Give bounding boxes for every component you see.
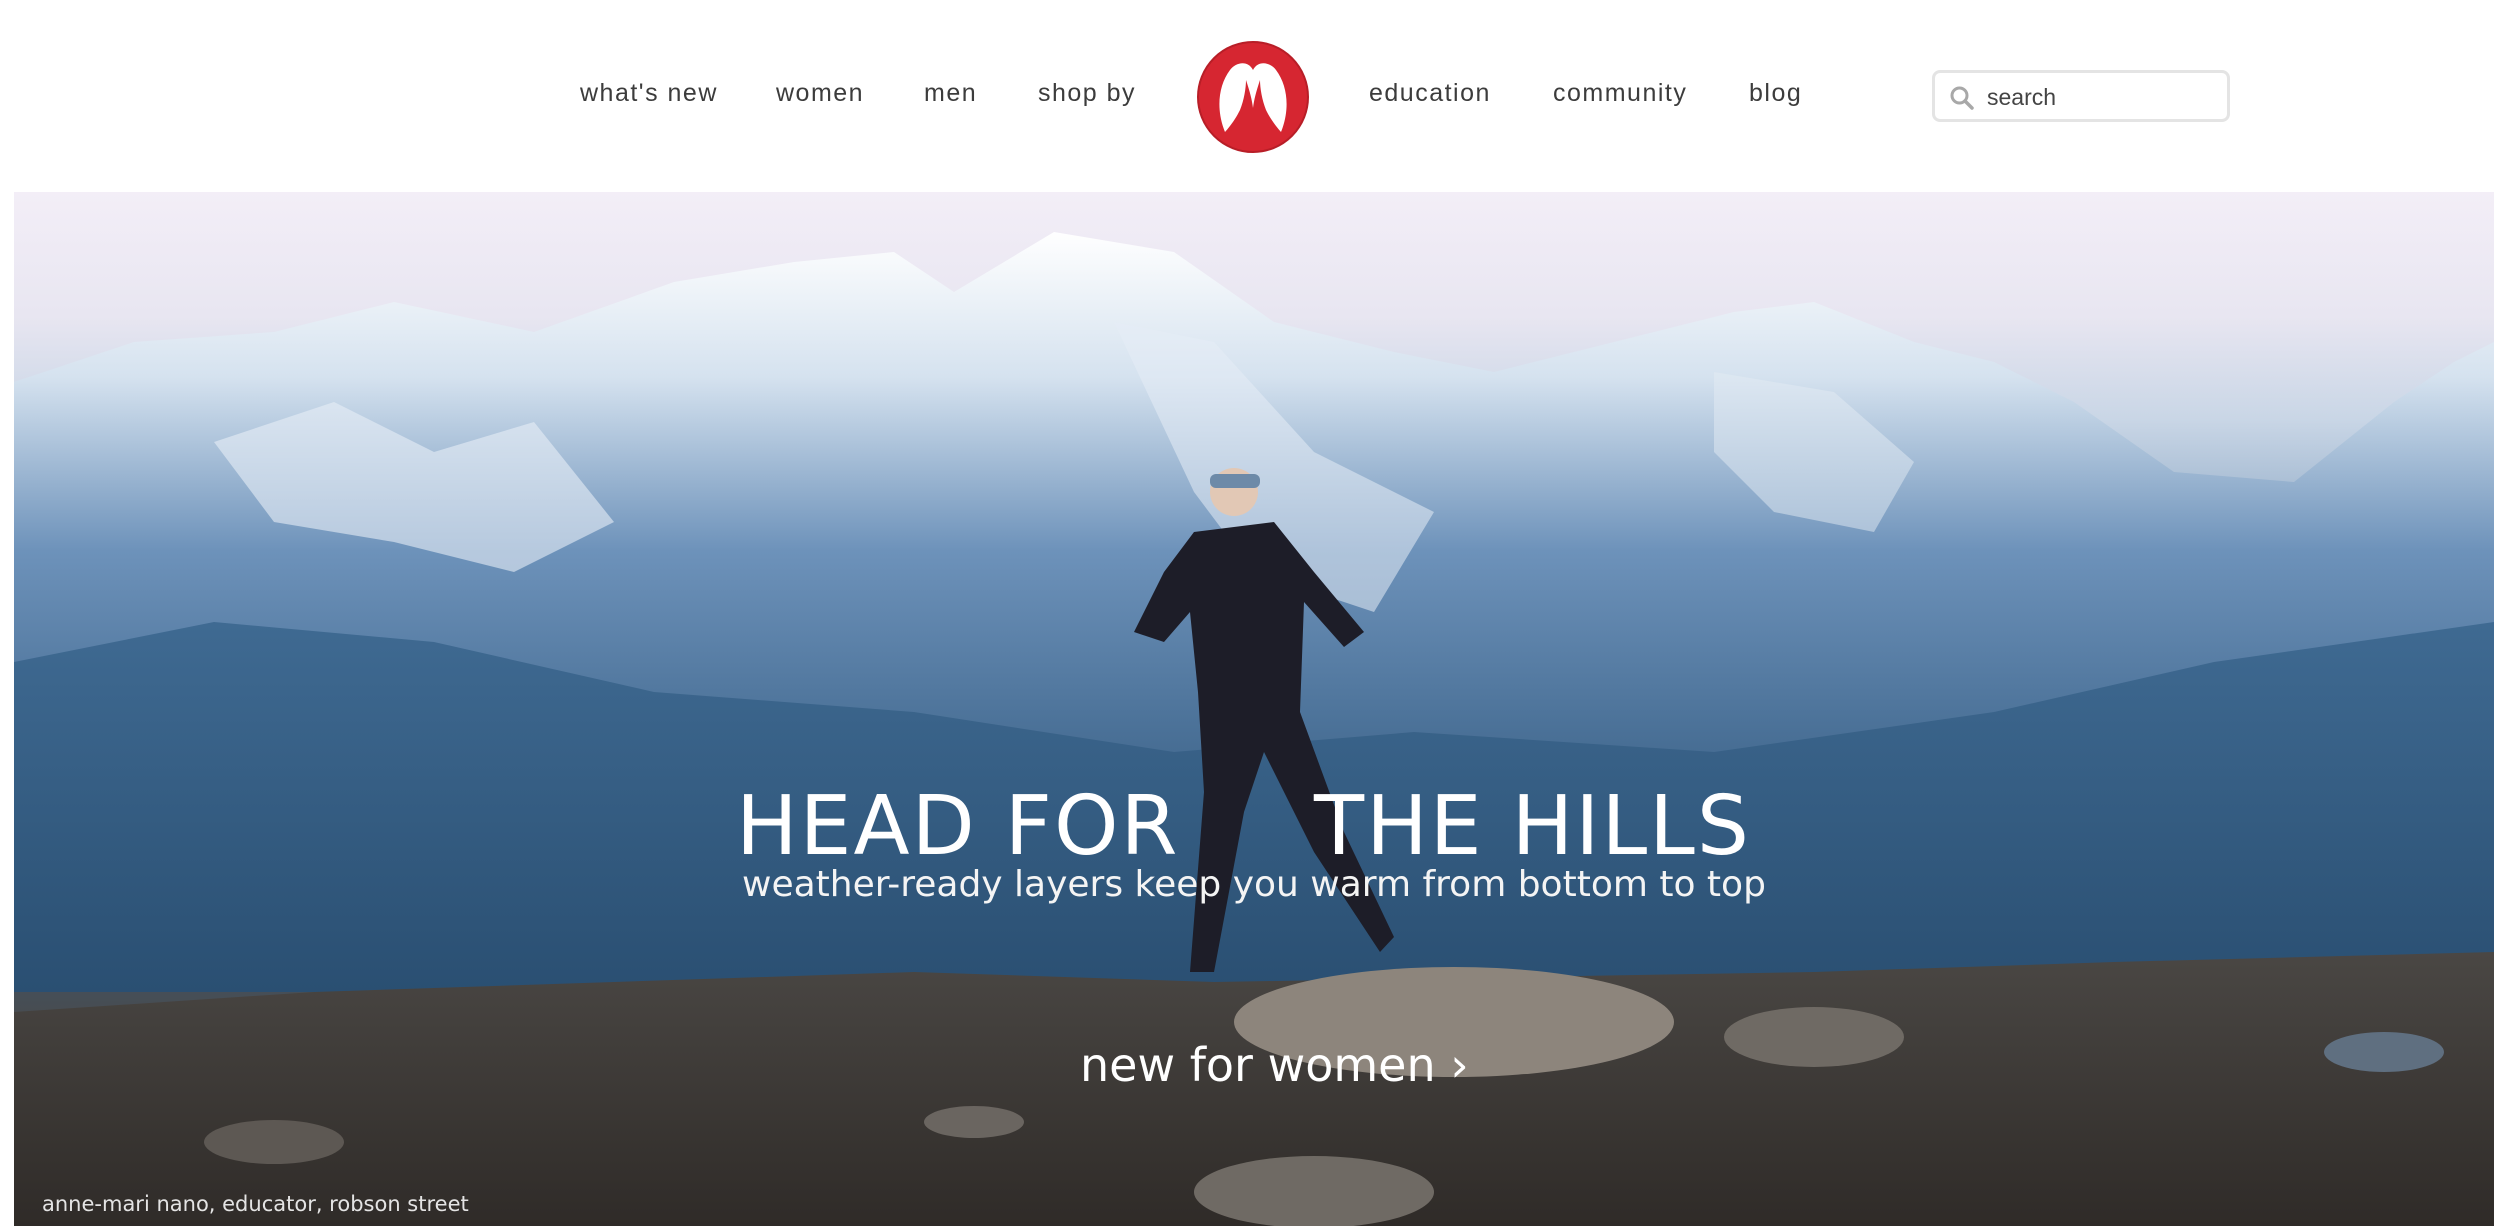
- nav-education[interactable]: education: [1369, 78, 1491, 108]
- search-icon[interactable]: [1949, 85, 1975, 111]
- search-box[interactable]: [1932, 70, 2230, 122]
- search-input[interactable]: [1985, 73, 2225, 121]
- nav-whats-new[interactable]: what's new: [580, 78, 718, 108]
- photo-caption: anne-mari nano, educator, robson street: [42, 1192, 469, 1216]
- lululemon-logo[interactable]: [1196, 40, 1310, 154]
- hero-banner[interactable]: HEAD FOR THE HILLS weather-ready layers …: [14, 192, 2494, 1226]
- site-header: what's new women men shop by education c…: [0, 0, 2494, 192]
- nav-shop-by[interactable]: shop by: [1038, 78, 1136, 108]
- new-for-women-link[interactable]: new for women ›: [1080, 1038, 1469, 1092]
- hero-headline-left: HEAD FOR: [736, 779, 1180, 874]
- nav-women[interactable]: women: [776, 78, 864, 108]
- hero-subheadline: weather-ready layers keep you warm from …: [742, 864, 1766, 905]
- nav-men[interactable]: men: [924, 78, 977, 108]
- nav-community[interactable]: community: [1553, 78, 1687, 108]
- hero-headline-right: THE HILLS: [1314, 779, 1751, 874]
- nav-blog[interactable]: blog: [1749, 78, 1802, 108]
